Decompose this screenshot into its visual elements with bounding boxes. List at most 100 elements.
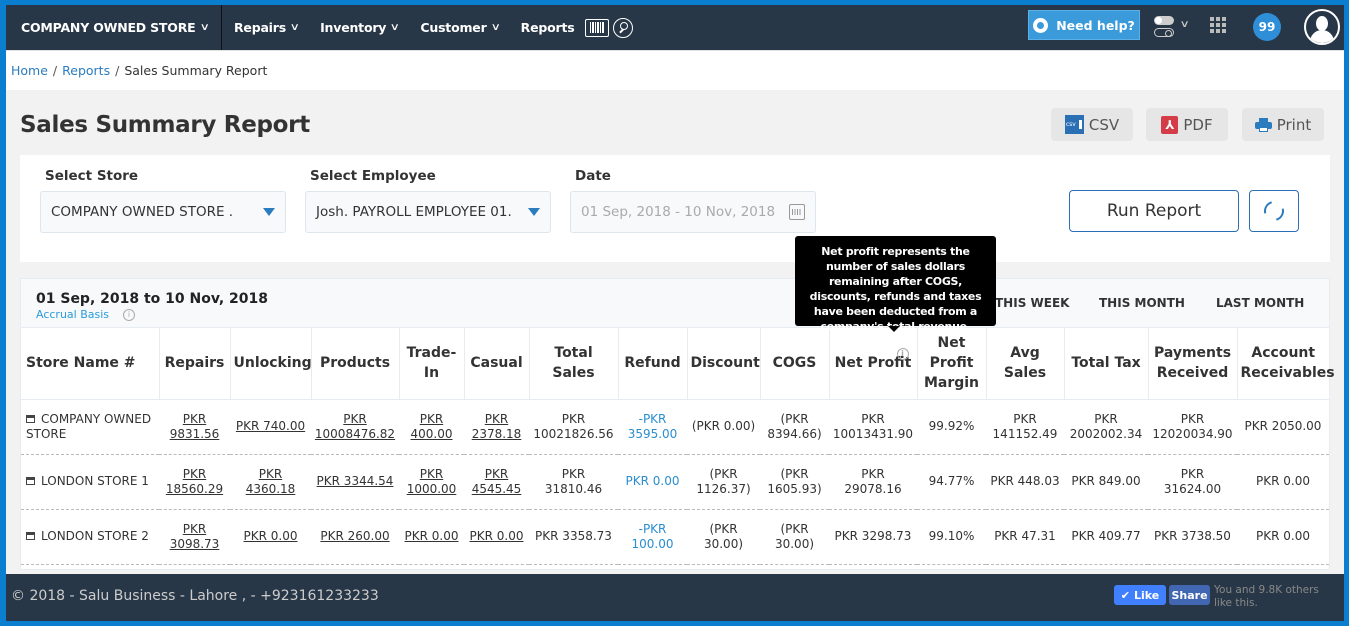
products-link[interactable]: PKR 10008476.82 bbox=[315, 412, 395, 441]
cell-store-name: COMPANY OWNED STORE bbox=[21, 399, 159, 455]
dropdown-caret-icon bbox=[528, 208, 540, 216]
need-help-button[interactable]: Need help? bbox=[1028, 10, 1140, 40]
col-trade-in[interactable]: Trade-In bbox=[399, 328, 465, 400]
nav-reports[interactable]: Reports bbox=[521, 20, 575, 35]
cell-trade-in: PKR 1000.00 bbox=[399, 454, 464, 510]
export-pdf-button[interactable]: ⅄ PDF bbox=[1146, 108, 1228, 141]
store-select[interactable]: COMPANY OWNED STORE . bbox=[40, 191, 286, 233]
check-icon: ✔ bbox=[1120, 588, 1130, 602]
period-this-week[interactable]: THIS WEEK bbox=[995, 296, 1069, 310]
breadcrumb-reports[interactable]: Reports bbox=[62, 63, 110, 78]
cell-total-tax: PKR 409.77 bbox=[1064, 509, 1148, 565]
unlocking-link[interactable]: PKR 740.00 bbox=[236, 419, 305, 433]
col-unlocking[interactable]: Unlocking bbox=[230, 328, 312, 400]
nav-inventory[interactable]: Inventory ∨ bbox=[320, 20, 400, 35]
cell-cogs: (PKR 8394.66) bbox=[760, 399, 829, 455]
printer-icon bbox=[1254, 117, 1272, 132]
accrual-basis-link[interactable]: Accrual Basis i bbox=[36, 308, 136, 321]
col-net-profit[interactable]: Net Profit i bbox=[829, 328, 918, 400]
col-refund[interactable]: Refund bbox=[618, 328, 688, 400]
nav-customer[interactable]: Customer ∨ bbox=[420, 20, 501, 35]
casual-link[interactable]: PKR 0.00 bbox=[470, 529, 524, 543]
chevron-down-icon[interactable]: ∨ bbox=[1180, 19, 1190, 30]
casual-link[interactable]: PKR 2378.18 bbox=[472, 412, 522, 441]
col-discount[interactable]: Discount bbox=[687, 328, 761, 400]
cell-trade-in: PKR 400.00 bbox=[399, 399, 464, 455]
calendar-icon[interactable] bbox=[789, 204, 805, 220]
col-cogs[interactable]: COGS bbox=[760, 328, 830, 400]
copyright-text: © 2018 - Salu Business - Lahore , - +923… bbox=[11, 588, 379, 604]
export-csv-label: CSV bbox=[1088, 115, 1120, 134]
store-select-value: COMPANY OWNED STORE . bbox=[51, 204, 234, 220]
cell-store-name: LONDON STORE 1 bbox=[21, 454, 159, 510]
facebook-like-button[interactable]: ✔ Like bbox=[1114, 585, 1166, 605]
date-range-input[interactable]: 01 Sep, 2018 - 10 Nov, 2018 bbox=[570, 191, 816, 233]
chevron-down-icon: ∨ bbox=[389, 22, 400, 33]
cell-account-receivables: PKR 0.00 bbox=[1237, 454, 1329, 510]
cell-total-tax: PKR 849.00 bbox=[1064, 454, 1148, 510]
accrual-basis-label: Accrual Basis bbox=[36, 308, 110, 321]
facebook-share-button[interactable]: Share bbox=[1169, 585, 1210, 605]
print-button[interactable]: Print bbox=[1242, 108, 1324, 141]
casual-link[interactable]: PKR 4545.45 bbox=[472, 467, 522, 496]
trade-in-link[interactable]: PKR 1000.00 bbox=[407, 467, 457, 496]
cell-repairs: PKR 9831.56 bbox=[159, 399, 230, 455]
products-link[interactable]: PKR 3344.54 bbox=[317, 474, 394, 488]
col-account-receivables[interactable]: Account Receivables bbox=[1237, 328, 1335, 400]
col-store-name[interactable]: Store Name # bbox=[21, 328, 160, 400]
unlocking-link[interactable]: PKR 4360.18 bbox=[246, 467, 296, 496]
store-switcher[interactable]: COMPANY OWNED STORE ∨ bbox=[6, 5, 222, 50]
print-label: Print bbox=[1276, 115, 1312, 134]
date-range-value: 01 Sep, 2018 - 10 Nov, 2018 bbox=[581, 204, 776, 220]
col-payments-received[interactable]: Payments Received bbox=[1148, 328, 1238, 400]
employee-select[interactable]: Josh. PAYROLL EMPLOYEE 01. bbox=[305, 191, 551, 233]
col-products[interactable]: Products bbox=[311, 328, 400, 400]
col-total-tax[interactable]: Total Tax bbox=[1064, 328, 1149, 400]
repairs-link[interactable]: PKR 18560.29 bbox=[166, 467, 223, 496]
col-repairs[interactable]: Repairs bbox=[159, 328, 231, 400]
col-avg-sales[interactable]: Avg Sales bbox=[986, 328, 1065, 400]
cell-net-profit: PKR 29078.16 bbox=[829, 454, 917, 510]
col-casual[interactable]: Casual bbox=[464, 328, 530, 400]
chevron-down-icon: ∨ bbox=[200, 22, 211, 33]
trade-in-link[interactable]: PKR 400.00 bbox=[411, 412, 453, 441]
cell-total-sales: PKR 10021826.56 bbox=[529, 399, 618, 455]
cell-unlocking: PKR 4360.18 bbox=[230, 454, 311, 510]
chevron-down-icon: ∨ bbox=[490, 22, 501, 33]
unlocking-link[interactable]: PKR 0.00 bbox=[244, 529, 298, 543]
csv-file-icon: csv bbox=[1064, 115, 1084, 134]
run-report-button[interactable]: Run Report bbox=[1069, 190, 1239, 232]
cell-refund: -PKR 100.00 bbox=[618, 509, 687, 565]
cell-net-profit: PKR 3298.73 bbox=[829, 509, 917, 565]
repairs-link[interactable]: PKR 9831.56 bbox=[170, 412, 220, 441]
barcode-icon[interactable] bbox=[584, 18, 609, 37]
cell-products: PKR 3344.54 bbox=[311, 454, 399, 510]
col-net-profit-margin[interactable]: Net Profit Margin bbox=[917, 328, 987, 400]
cell-trade-in: PKR 0.00 bbox=[399, 509, 464, 565]
user-avatar[interactable] bbox=[1304, 9, 1340, 45]
employee-select-label: Select Employee bbox=[310, 168, 436, 184]
nav-repairs[interactable]: Repairs ∨ bbox=[234, 20, 300, 35]
search-icon[interactable] bbox=[612, 17, 633, 38]
trade-in-link[interactable]: PKR 0.00 bbox=[405, 529, 459, 543]
products-link[interactable]: PKR 260.00 bbox=[320, 529, 389, 543]
info-icon[interactable]: i bbox=[123, 309, 136, 321]
repairs-link[interactable]: PKR 3098.73 bbox=[170, 522, 220, 551]
col-total-sales[interactable]: Total Sales bbox=[529, 328, 619, 400]
cell-total-tax: PKR 2002002.34 bbox=[1064, 399, 1148, 455]
cell-total-sales: PKR 31810.46 bbox=[529, 454, 618, 510]
toggle-settings-icon[interactable] bbox=[1154, 16, 1176, 38]
notification-badge[interactable]: 99 bbox=[1253, 13, 1281, 41]
cell-discount: (PKR 1126.37) bbox=[687, 454, 760, 510]
lifebuoy-icon bbox=[1033, 17, 1049, 33]
export-csv-button[interactable]: csv CSV bbox=[1051, 108, 1133, 141]
nav-repairs-label: Repairs bbox=[234, 20, 286, 35]
nav-customer-label: Customer bbox=[420, 20, 487, 35]
table-row: LONDON STORE 2 PKR 3098.73 PKR 0.00 PKR 260… bbox=[21, 509, 1329, 565]
breadcrumb-home[interactable]: Home bbox=[11, 63, 48, 78]
period-this-month[interactable]: THIS MONTH bbox=[1099, 296, 1185, 310]
info-icon[interactable]: i bbox=[896, 348, 909, 360]
period-last-month[interactable]: LAST MONTH bbox=[1216, 296, 1304, 310]
refresh-button[interactable] bbox=[1249, 190, 1299, 232]
apps-grid-icon[interactable] bbox=[1210, 17, 1226, 33]
